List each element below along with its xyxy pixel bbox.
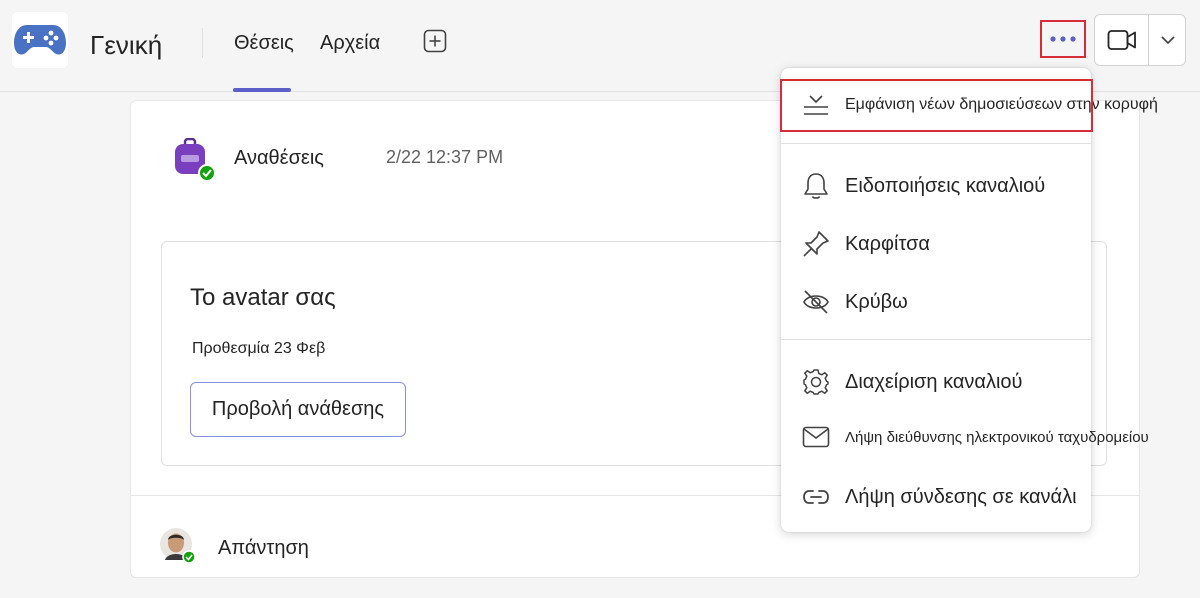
active-tab-indicator [233, 88, 291, 92]
menu-item-label: Κρύβω [845, 290, 908, 313]
meet-options-button[interactable] [1149, 15, 1187, 65]
eye-off-icon [801, 287, 831, 317]
avatar [160, 528, 196, 564]
gear-icon [801, 367, 831, 397]
more-horizontal-icon [1050, 36, 1076, 42]
mail-icon [801, 422, 831, 452]
add-tab-button[interactable] [423, 29, 447, 53]
bell-icon [801, 171, 831, 201]
channel-title: Γενική [90, 30, 163, 60]
menu-item-hide[interactable]: Κρύβω [781, 277, 1091, 327]
menu-item-label: Λήψη σύνδεσης σε κανάλι [845, 485, 1077, 508]
highlight-frame [780, 79, 1093, 132]
add-square-icon [423, 29, 447, 53]
menu-item-label: Ειδοποιήσεις καναλιού [845, 174, 1046, 197]
assignment-title: Το avatar σας [190, 284, 336, 311]
assignments-app-icon [172, 137, 216, 182]
menu-divider [781, 339, 1091, 340]
menu-item-manage-channel[interactable]: Διαχείριση καναλιού [781, 357, 1091, 407]
chevron-down-icon [1161, 36, 1175, 44]
header-divider [202, 28, 203, 58]
menu-item-pin[interactable]: Καρφίτσα [781, 219, 1091, 269]
post-timestamp: 2/22 12:37 PM [386, 147, 504, 167]
video-camera-icon [1107, 30, 1136, 50]
gamepad-icon [14, 25, 66, 55]
menu-item-channel-notifications[interactable]: Ειδοποιήσεις καναλιού [781, 161, 1091, 211]
meet-now-button[interactable] [1095, 15, 1149, 65]
more-options-button[interactable] [1040, 20, 1086, 58]
assignment-due-date: Προθεσμία 23 Φεβ [192, 340, 326, 357]
menu-item-label: Διαχείριση καναλιού [845, 370, 1023, 393]
link-icon [801, 482, 831, 512]
tab-files[interactable]: Αρχεία [320, 32, 380, 55]
backpack-icon [175, 137, 216, 182]
channel-options-menu: Εμφάνιση νέων δημοσιεύσεων στην κορυφή Ε… [781, 68, 1158, 532]
meet-button-group [1094, 14, 1186, 66]
menu-item-get-email[interactable]: Λήψη διεύθυνσης ηλεκτρονικού ταχυδρομείο… [781, 412, 1149, 462]
menu-item-label: Καρφίτσα [845, 232, 930, 255]
post-author[interactable]: Αναθέσεις [234, 147, 324, 170]
reply-button[interactable]: Απάντηση [218, 537, 309, 560]
menu-divider [781, 143, 1091, 144]
view-assignment-button[interactable]: Προβολή ανάθεσης [190, 382, 406, 437]
pin-icon [801, 229, 831, 259]
tab-posts[interactable]: Θέσεις [234, 32, 294, 55]
team-logo[interactable] [12, 12, 68, 68]
menu-item-get-link[interactable]: Λήψη σύνδεσης σε κανάλι [781, 472, 1091, 522]
menu-item-label: Λήψη διεύθυνσης ηλεκτρονικού ταχυδρομείο… [845, 428, 1149, 446]
